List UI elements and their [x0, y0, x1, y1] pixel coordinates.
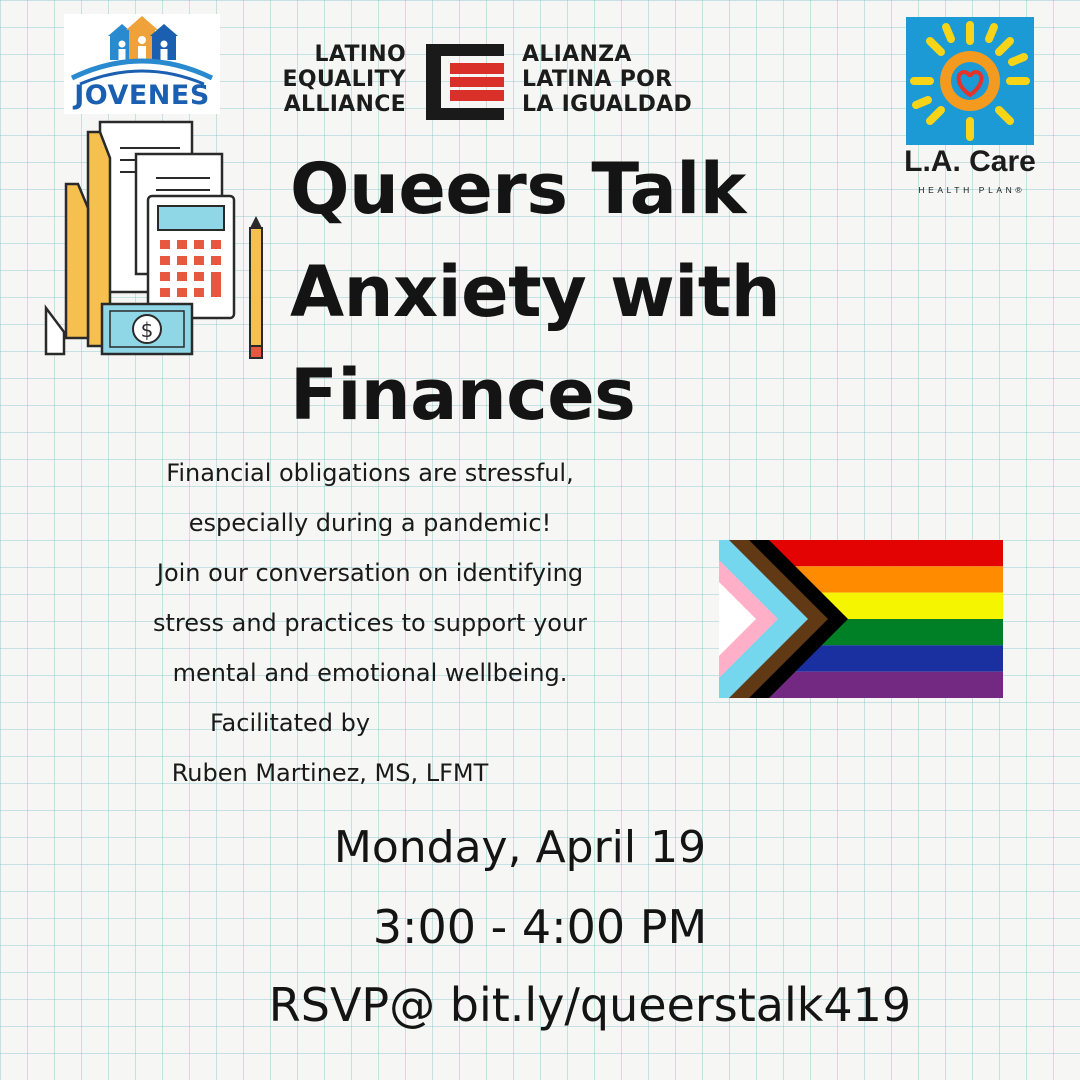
title-line: Finances: [290, 354, 636, 436]
facilitator-label: Facilitated by: [209, 709, 371, 737]
event-date: Monday, April 19: [333, 822, 707, 873]
lea-line: LA IGUALDAD: [522, 92, 693, 117]
title-line: Anxiety with: [290, 251, 781, 333]
facilitator-name: Ruben Martinez, MS, LFMT: [171, 759, 489, 787]
lea-logo: LATINO EQUALITY ALLIANCE ALIANZA LATINA …: [258, 42, 708, 122]
lacare-wordmark: L.A. Care: [904, 145, 1036, 178]
finance-calculator-receipt-icon: $: [44, 120, 263, 359]
lea-line: LATINA POR: [522, 67, 673, 92]
lea-spanish-name: ALIANZA LATINA POR LA IGUALDAD: [522, 42, 722, 117]
jovenes-wordmark: JOVENES: [74, 80, 210, 111]
event-description: Financial obligations are stressful, esp…: [40, 448, 700, 798]
description-line: mental and emotional wellbeing.: [172, 659, 568, 687]
description-line: stress and practices to support your: [152, 609, 588, 637]
lea-english-name: LATINO EQUALITY ALLIANCE: [258, 42, 406, 117]
title-line: Queers Talk: [290, 148, 746, 230]
lacare-logo: L.A. Care HEALTH PLAN®: [902, 17, 1038, 203]
sun-heart-icon: [910, 21, 1030, 141]
description-line: Financial obligations are stressful,: [166, 459, 574, 487]
description-line: Join our conversation on identifying: [156, 559, 584, 587]
description-line: especially during a pandemic!: [188, 509, 552, 537]
lacare-tagline: HEALTH PLAN®: [918, 185, 1022, 195]
lea-line: EQUALITY: [282, 67, 406, 92]
currency-symbol: $: [141, 318, 154, 342]
lacare-sun-emblem: [906, 17, 1034, 145]
lea-line: ALLIANCE: [283, 92, 406, 117]
lea-line: ALIANZA: [522, 42, 632, 67]
jovenes-logo: JOVENES: [64, 14, 220, 114]
lea-line: LATINO: [314, 42, 406, 67]
progress-pride-flag-icon: [719, 540, 1003, 698]
lea-e-mark-icon: [426, 44, 504, 120]
event-time: 3:00 - 4:00 PM: [372, 900, 708, 954]
event-title: Queers Talk Anxiety with Finances: [290, 138, 910, 447]
rsvp-link[interactable]: RSVP@ bit.ly/queerstalk419: [180, 978, 1000, 1032]
